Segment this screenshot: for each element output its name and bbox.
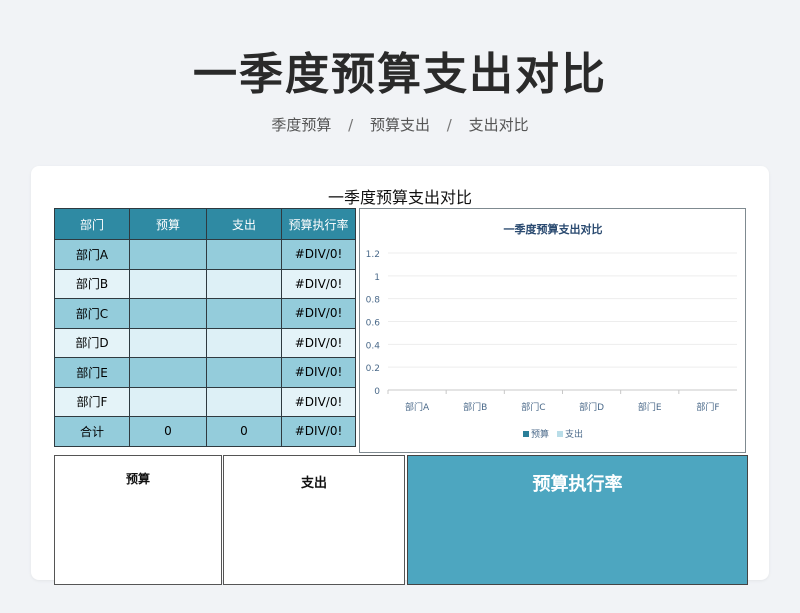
rate-cell[interactable]: #DIV/0!	[281, 268, 356, 299]
rate-cell[interactable]: #DIV/0!	[281, 327, 356, 358]
chart-xtick-label: 部门D	[579, 401, 604, 413]
comparison-chart[interactable]: 一季度预算支出对比 0 0.2 0.4 0.6 0.8 1 1.2 部门A 部门B 部门C 部门D 部门…	[359, 208, 746, 453]
dept-cell[interactable]: 部门B	[54, 268, 130, 299]
budget-panel-title: 预算	[125, 472, 150, 486]
expense-cell[interactable]	[206, 357, 282, 388]
total-label-cell[interactable]: 合计	[54, 416, 130, 447]
expense-cell[interactable]	[206, 239, 282, 270]
budget-cell[interactable]	[129, 268, 207, 299]
budget-panel[interactable]: 预算	[54, 455, 222, 585]
sheet-title: 一季度预算支出对比	[327, 188, 472, 207]
header-rate[interactable]: 预算执行率	[281, 208, 356, 240]
chart-ytick-label: 0.4	[366, 341, 381, 351]
expense-panel[interactable]: 支出	[223, 455, 405, 585]
budget-cell[interactable]	[129, 357, 207, 388]
breadcrumb-item-3[interactable]: 支出对比	[469, 116, 529, 134]
expense-panel-title: 支出	[300, 476, 327, 491]
chart-xtick-label: 部门F	[696, 401, 719, 413]
total-expense-cell[interactable]: 0	[206, 416, 282, 447]
chart-ytick-label: 0.2	[366, 364, 380, 374]
dept-cell[interactable]: 部门F	[54, 386, 130, 417]
chart-legend-swatch	[557, 431, 563, 437]
budget-table: 部门 预算 支出 预算执行率 部门A #DIV/0! 部门B #DIV/0! 部…	[54, 208, 356, 447]
rate-cell[interactable]: #DIV/0!	[281, 357, 356, 388]
chart-ytick-label: 1	[374, 273, 380, 283]
header-dept[interactable]: 部门	[54, 208, 130, 240]
chart-xtick-label: 部门A	[405, 401, 430, 413]
budget-cell[interactable]	[129, 327, 207, 358]
chart-title: 一季度预算支出对比	[504, 222, 603, 236]
dept-cell[interactable]: 部门A	[54, 239, 130, 270]
rate-panel[interactable]: 预算执行率	[407, 455, 748, 585]
total-rate-cell[interactable]: #DIV/0!	[281, 416, 356, 447]
chart-ytick-label: 0.8	[366, 296, 381, 306]
chart-ytick-label: 0	[374, 387, 380, 397]
chart-svg: 一季度预算支出对比 0 0.2 0.4 0.6 0.8 1 1.2 部门A 部门B 部门C 部门D 部门…	[366, 222, 737, 440]
rate-panel-title: 预算执行率	[532, 474, 623, 495]
budget-cell[interactable]	[129, 298, 207, 329]
expense-cell[interactable]	[206, 298, 282, 329]
expense-cell[interactable]	[206, 327, 282, 358]
expense-cell[interactable]	[206, 386, 282, 417]
table-row: 部门B #DIV/0!	[54, 268, 356, 299]
header-expense[interactable]: 支出	[206, 208, 282, 240]
total-budget-cell[interactable]: 0	[129, 416, 207, 447]
header-budget[interactable]: 预算	[129, 208, 207, 240]
breadcrumb-separator: /	[446, 116, 452, 134]
dept-cell[interactable]: 部门E	[54, 357, 130, 388]
rate-cell[interactable]: #DIV/0!	[281, 239, 356, 270]
breadcrumb-item-1[interactable]: 季度预算	[271, 116, 331, 134]
expense-cell[interactable]	[206, 268, 282, 299]
page-title: 一季度预算支出对比	[193, 49, 607, 100]
table-row: 部门D #DIV/0!	[54, 327, 356, 358]
chart-ytick-label: 0.6	[366, 319, 381, 329]
chart-xtick-label: 部门E	[638, 401, 662, 413]
dept-cell[interactable]: 部门D	[54, 327, 130, 358]
table-header-row: 部门 预算 支出 预算执行率	[54, 208, 356, 240]
breadcrumb-separator: /	[348, 116, 354, 134]
rate-cell[interactable]: #DIV/0!	[281, 298, 356, 329]
total-row: 合计 0 0 #DIV/0!	[54, 416, 356, 447]
table-row: 部门C #DIV/0!	[54, 298, 356, 329]
chart-legend-label: 预算	[531, 428, 549, 440]
table-row: 部门E #DIV/0!	[54, 357, 356, 388]
chart-xtick-label: 部门C	[521, 401, 545, 413]
breadcrumb: 季度预算 / 预算支出 / 支出对比	[0, 114, 800, 135]
breadcrumb-item-2[interactable]: 预算支出	[370, 116, 430, 134]
table-row: 部门A #DIV/0!	[54, 239, 356, 270]
chart-xtick-label: 部门B	[463, 401, 487, 413]
dept-cell[interactable]: 部门C	[54, 298, 130, 329]
budget-cell[interactable]	[129, 239, 207, 270]
rate-cell[interactable]: #DIV/0!	[281, 386, 356, 417]
chart-ytick-label: 1.2	[366, 250, 380, 260]
chart-legend-label: 支出	[565, 428, 583, 440]
chart-legend-swatch	[523, 431, 529, 437]
budget-cell[interactable]	[129, 386, 207, 417]
table-row: 部门F #DIV/0!	[54, 386, 356, 417]
